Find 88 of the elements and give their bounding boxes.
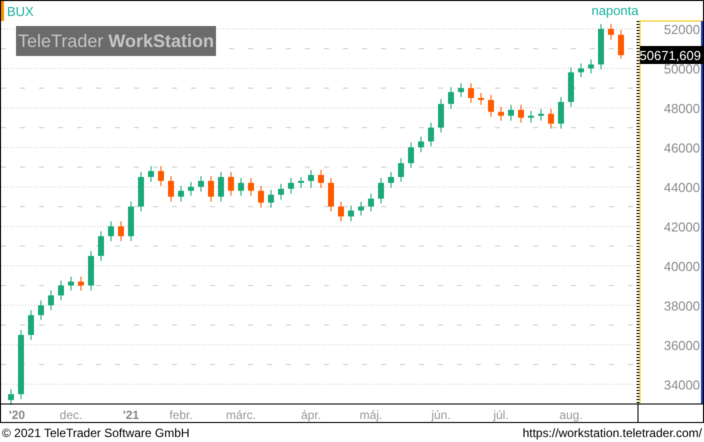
axis-label: 52000 (664, 22, 700, 37)
axis-label: 42000 (664, 219, 700, 234)
copyright-text: © 2021 TeleTrader Software GmbH (2, 426, 190, 440)
candle (168, 175, 174, 202)
candle (178, 185, 184, 202)
candle (418, 136, 424, 153)
candle (118, 220, 124, 242)
candle (208, 175, 214, 202)
candle (378, 177, 384, 204)
last-value-label: 50671,609 (640, 46, 703, 64)
candle (578, 62, 584, 78)
candle (308, 170, 314, 188)
candle (78, 276, 84, 291)
axis-label: 36000 (664, 338, 700, 353)
candle (488, 94, 494, 118)
candle (278, 183, 284, 200)
candle (238, 177, 244, 196)
candle (558, 96, 564, 130)
candle (438, 98, 444, 134)
candle (98, 230, 104, 262)
candle (58, 280, 64, 301)
candle (318, 170, 324, 188)
candle (68, 276, 74, 291)
candle (18, 329, 24, 400)
candle (348, 205, 354, 222)
candle (158, 166, 164, 186)
website-link[interactable]: https://workstation.teletrader.com/ (522, 426, 702, 440)
candle (198, 175, 204, 192)
axis-label: máj. (360, 408, 382, 422)
candle (108, 220, 114, 242)
candle (248, 177, 254, 196)
candle (358, 201, 364, 216)
candle (48, 290, 54, 311)
axis-label: ápr. (301, 408, 321, 422)
candle (478, 92, 484, 106)
candle (568, 66, 574, 108)
axis-label: 48000 (664, 100, 700, 116)
candle (618, 29, 624, 59)
candle (598, 23, 604, 70)
axis-label: 40000 (664, 258, 700, 274)
candle (458, 82, 464, 98)
candle (148, 166, 154, 182)
symbol-marker (1, 1, 4, 21)
candle (368, 193, 374, 212)
candle (538, 108, 544, 122)
candle (518, 104, 524, 124)
axis-label: jún. (431, 408, 451, 422)
candle (548, 108, 554, 130)
candle (508, 104, 514, 122)
candle (38, 300, 44, 321)
candle (408, 142, 414, 169)
axis-label: 34000 (664, 377, 700, 392)
axis-label: 44000 (664, 180, 700, 195)
candle (338, 201, 344, 222)
candle (258, 185, 264, 208)
candle (448, 86, 454, 110)
candle (298, 176, 304, 188)
candle (498, 106, 504, 122)
candle (138, 172, 144, 212)
candle (328, 177, 334, 212)
symbol-label: BUX (7, 4, 34, 19)
candle (428, 122, 434, 147)
candle (398, 158, 404, 182)
candle (388, 172, 394, 188)
candle (288, 177, 294, 194)
candle (8, 388, 14, 406)
axis-label: 46000 (664, 140, 700, 156)
axis-label: 38000 (664, 298, 700, 314)
axis-label: 50000 (664, 61, 700, 76)
candle (188, 181, 194, 196)
candle (228, 172, 234, 196)
axis-label: dec. (60, 408, 82, 422)
candle (128, 201, 134, 242)
candle (88, 250, 94, 291)
candle (218, 172, 224, 202)
axis-label: aug. (559, 408, 583, 422)
axis-label: márc. (226, 408, 256, 422)
candle (468, 82, 474, 104)
axis-label: febr. (169, 408, 193, 422)
candle (608, 23, 614, 40)
logo: TeleTrader WorkStation (16, 26, 216, 56)
axis-label: júl. (493, 408, 509, 422)
candle (528, 110, 534, 124)
axis-label: '20 (8, 408, 26, 422)
candle (588, 59, 594, 74)
axis-label: '21 (122, 408, 140, 422)
candle (28, 310, 34, 340)
candle (268, 189, 274, 208)
